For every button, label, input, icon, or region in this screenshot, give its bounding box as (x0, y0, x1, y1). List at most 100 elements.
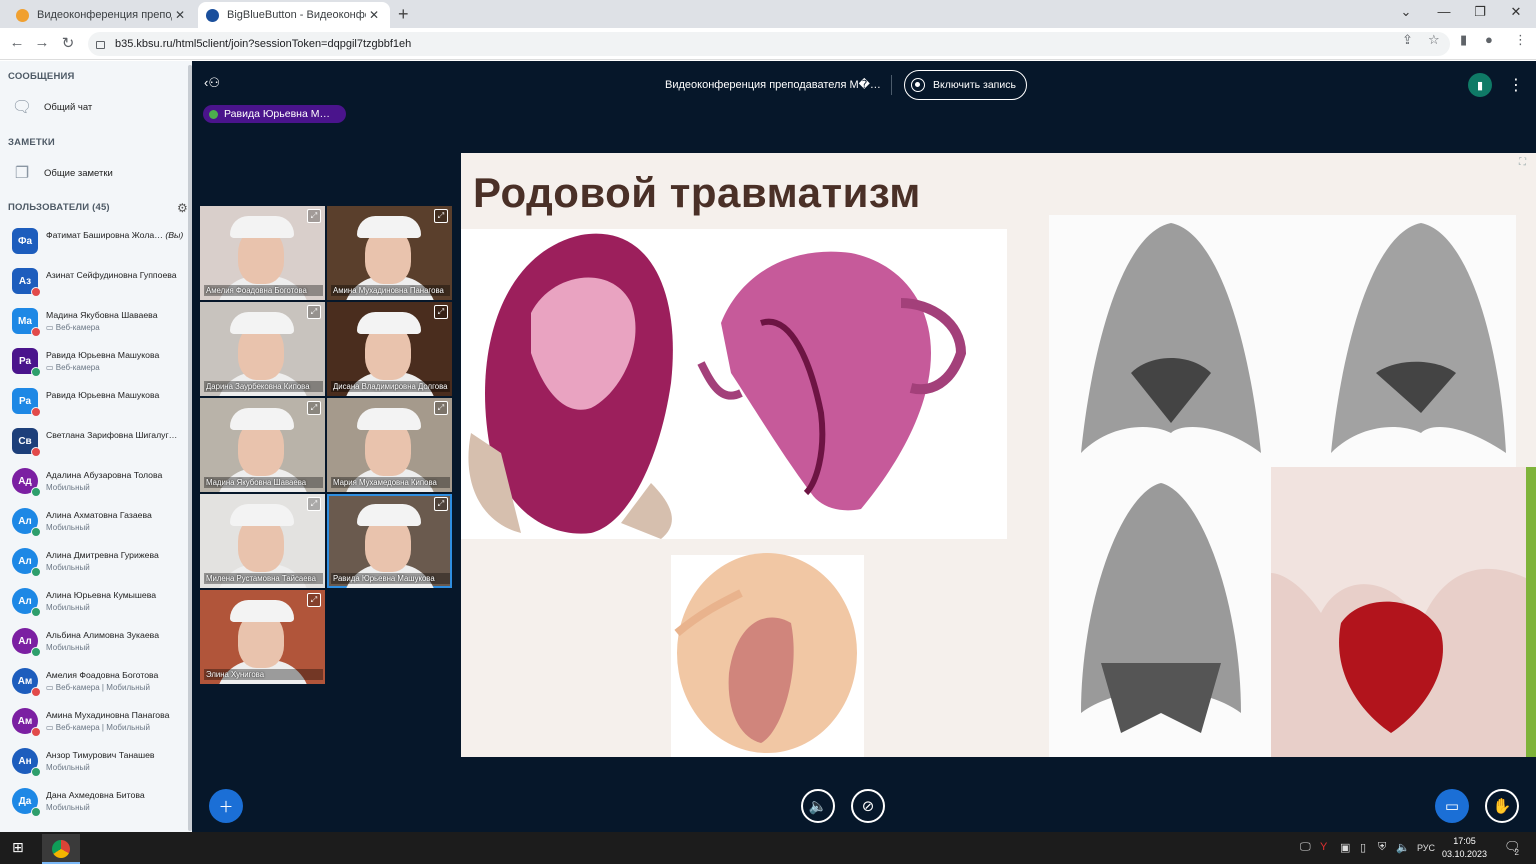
user-settings-gear-icon[interactable]: ⚙ (177, 201, 188, 215)
reload-icon[interactable]: ↻ (58, 34, 78, 52)
webcam-tile[interactable]: ⤢ Милена Рустамовна Тайсаева (200, 494, 325, 588)
public-chat-item[interactable]: 🗨 Общий чат (10, 97, 92, 117)
webcam-name: Амина Мухадиновна Панагова (331, 285, 450, 296)
clock[interactable]: 17:05 03.10.2023 (1442, 835, 1487, 861)
close-window-button[interactable]: ✕ (1506, 4, 1526, 20)
webcam-tile[interactable]: ⤢ Амина Мухадиновна Панагова (327, 206, 452, 300)
audio-status-badge-icon (31, 327, 41, 337)
audio-status-badge-icon (31, 727, 41, 737)
user-list-item[interactable]: Ма Мадина Якубовна Шаваева ▭ Веб-камера (12, 304, 188, 340)
yandex-tray-icon[interactable]: Y (1320, 841, 1327, 853)
webcam-tile[interactable]: ⤢ Дисана Владимировна Долгова (327, 302, 452, 396)
notifications-icon[interactable]: 🗨2 (1504, 839, 1525, 857)
sidepanel-icon[interactable]: ▮ (1460, 32, 1467, 48)
avatar-initials: Аз (18, 275, 32, 287)
fullscreen-icon[interactable]: ⤢ (434, 497, 448, 511)
shared-notes-item[interactable]: ❐ Общие заметки (10, 163, 113, 183)
avatar-initials: Фа (17, 235, 33, 247)
sidebar: СООБЩЕНИЯ 🗨 Общий чат ЗАМЕТКИ ❐ Общие за… (0, 61, 192, 832)
raise-hand-button[interactable]: ✋ (1485, 789, 1519, 823)
actions-plus-button[interactable]: ＋ (209, 789, 243, 823)
toggle-userlist-icon[interactable]: ‹⚇ (204, 75, 220, 91)
user-avatar: Ам (12, 708, 41, 737)
user-name-text: Фатимат Баширoвна Жола… (46, 230, 163, 240)
bookmark-star-icon[interactable]: ☆ (1428, 32, 1440, 48)
restore-button[interactable]: ❐ (1470, 4, 1490, 20)
webcam-tile[interactable]: ⤢ Амелия Фоадовна Боготова (200, 206, 325, 300)
talking-indicator[interactable]: Равида Юрьевна М… (203, 105, 346, 123)
user-name: Адалина Абузаровна Толова (46, 470, 188, 480)
user-list-item[interactable]: Ал Алина Ахматовна Газаева Мобильный (12, 504, 188, 540)
messages-section-title: СООБЩЕНИЯ (8, 71, 75, 82)
fullscreen-icon[interactable]: ⤢ (307, 497, 321, 511)
fullscreen-icon[interactable]: ⤢ (307, 209, 321, 223)
user-avatar: Ал (12, 548, 41, 577)
tab-search-icon[interactable]: ⌄ (1396, 4, 1416, 20)
user-list-item[interactable]: Ал Альбина Алимовна Зукаева Мобильный (12, 624, 188, 660)
user-list-item[interactable]: Аз Азинат Сейфудиновна Гуппоева (12, 264, 188, 300)
user-list-item[interactable]: Ад Адалина Абузаровна Толова Мобильный (12, 464, 188, 500)
user-name: Амина Мухадиновна Панагова (46, 710, 188, 720)
user-list-item[interactable]: Да Дана Ахмедовна Битова Мобильный (12, 784, 188, 820)
browser-menu-icon[interactable]: ⋮ (1514, 32, 1527, 48)
lock-icon (96, 41, 105, 49)
close-tab-icon[interactable]: ✕ (366, 8, 382, 22)
minimize-button[interactable]: — (1434, 4, 1454, 19)
forward-icon[interactable]: → (32, 34, 52, 51)
clinical-photo-drape (1526, 467, 1536, 757)
url-field[interactable]: b35.kbsu.ru/html5client/join?sessionToke… (88, 32, 1450, 56)
webcam-name: Равида Юрьевна Машукова (331, 573, 450, 584)
windows-taskbar: ⊞ 🖵 Y ▣ ▯ ⛨ 🔈 РУС 17:05 03.10.2023 🗨2 (0, 832, 1536, 864)
audio-button[interactable]: 🔈 (801, 789, 835, 823)
usb-tray-icon[interactable]: ▯ (1360, 841, 1366, 854)
volume-tray-icon[interactable]: 🔈 (1396, 841, 1410, 854)
webcam-tile[interactable]: ⤢ Мадина Якубовна Шаваева (200, 398, 325, 492)
connection-status-icon[interactable]: ▮ (1468, 73, 1492, 97)
user-list-item[interactable]: Ал Алина Юрьевна Кумышева Мобильный (12, 584, 188, 620)
user-list-item[interactable]: Св Светлана Зарифовна Шигалуг… (12, 424, 188, 460)
user-name-text: Адалина Абузаровна Толова (46, 470, 163, 480)
network-tray-icon[interactable]: 🖵 (1300, 841, 1311, 854)
fullscreen-icon[interactable]: ⤢ (307, 305, 321, 319)
user-list-item[interactable]: Ан Анзор Тимурович Танашев Мобильный (12, 744, 188, 780)
share-icon[interactable]: ⇪ (1402, 32, 1413, 48)
webcam-tile[interactable]: ⤢ Равида Юрьевна Машукова (327, 494, 452, 588)
user-list-item[interactable]: Ам Амелия Фоадовна Боготова ▭ Веб-камера… (12, 664, 188, 700)
security-tray-icon[interactable]: ⛨ (1378, 841, 1386, 854)
back-icon[interactable]: ← (7, 34, 27, 51)
webcam-tile[interactable]: ⤢ Дарина Заурбековна Кипова (200, 302, 325, 396)
record-button[interactable]: Включить запись (904, 70, 1027, 100)
browser-tab-1[interactable]: Видеоконференция преподава ✕ (8, 2, 196, 28)
new-tab-button[interactable]: + (398, 4, 409, 25)
presentation-slide[interactable]: Родовой травматизм ⛶ (461, 153, 1536, 757)
user-name-text: Алина Юрьевна Кумышева (46, 590, 157, 600)
user-name-text: Амелия Фоадовна Боготова (46, 670, 159, 680)
fullscreen-icon[interactable]: ⤢ (434, 209, 448, 223)
fullscreen-icon[interactable]: ⤢ (434, 305, 448, 319)
url-text: b35.kbsu.ru/html5client/join?sessionToke… (115, 38, 412, 50)
user-avatar: Ра (12, 388, 41, 417)
tray-icon[interactable]: ▣ (1340, 841, 1350, 854)
close-tab-icon[interactable]: ✕ (172, 8, 188, 22)
user-list-item[interactable]: Ал Алина Дмитревна Гурижева Мобильный (12, 544, 188, 580)
record-icon (911, 78, 925, 92)
fullscreen-icon[interactable]: ⤢ (434, 401, 448, 415)
webcam-tile[interactable]: ⤢ Элина Хунигова (200, 590, 325, 684)
language-indicator[interactable]: РУС (1417, 843, 1435, 853)
webcam-tile[interactable]: ⤢ Мария Мухамедовна Кипова (327, 398, 452, 492)
user-list-item[interactable]: Ам Амина Мухадиновна Панагова ▭ Веб-каме… (12, 704, 188, 740)
presentation-toggle-button[interactable]: ▭ (1435, 789, 1469, 823)
user-list-item[interactable]: Ра Равида Юрьевна Машукова (12, 384, 188, 420)
chrome-taskbar-button[interactable] (42, 834, 80, 864)
fullscreen-icon[interactable]: ⤢ (307, 401, 321, 415)
fullscreen-icon[interactable]: ⤢ (307, 593, 321, 607)
video-off-button[interactable]: ⊘ (851, 789, 885, 823)
options-menu-icon[interactable]: ⋮ (1508, 75, 1524, 95)
user-device-status: ▭ Веб-камера (46, 323, 100, 332)
user-name-text: Алина Ахматовна Газаева (46, 510, 152, 520)
windows-start-icon[interactable]: ⊞ (12, 839, 24, 856)
user-list-item[interactable]: Фа Фатимат Баширoвна Жола… (Вы) (12, 224, 188, 260)
user-list-item[interactable]: Ра Равида Юрьевна Машукова ▭ Веб-камера (12, 344, 188, 380)
browser-tab-2[interactable]: BigBlueButton - Видеоконфере ✕ (198, 2, 390, 28)
profile-icon[interactable]: ● (1485, 32, 1493, 47)
